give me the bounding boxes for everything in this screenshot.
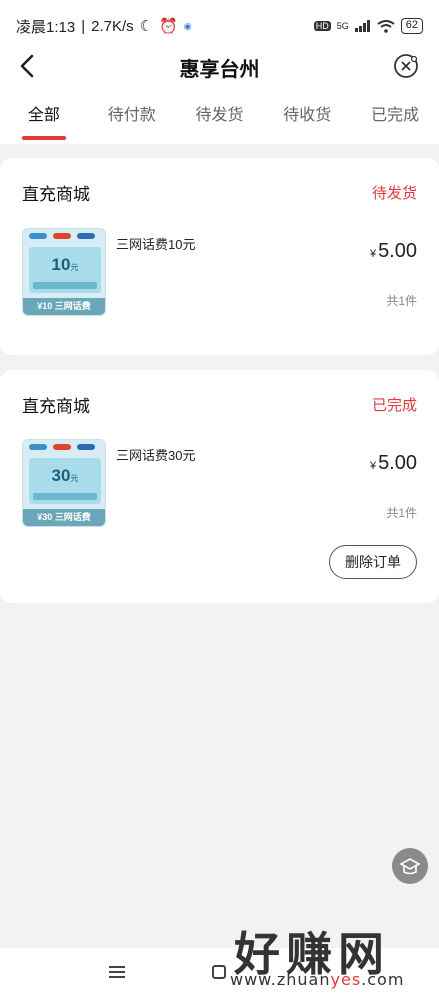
moon-icon: ☾	[139, 18, 154, 35]
watermark: 好赚网 www.zhuanyes.com	[226, 918, 426, 994]
delete-order-button[interactable]: 删除订单	[329, 545, 417, 579]
tab-pending-shipment[interactable]: 待发货	[176, 94, 264, 144]
tab-pending-receipt[interactable]: 待收货	[263, 94, 351, 144]
tab-pending-payment[interactable]: 待付款	[88, 94, 176, 144]
status-left: 凌晨1:13 | 2.7K/s ☾ ⏰ ◉	[16, 16, 192, 37]
shop-name: 直充商城	[22, 397, 90, 416]
product-name[interactable]: 三网话费30元	[116, 445, 195, 464]
tab-completed[interactable]: 已完成	[351, 94, 439, 144]
status-divider: |	[81, 17, 86, 35]
shop-name: 直充商城	[22, 185, 90, 204]
floating-assistant-button[interactable]	[392, 848, 428, 884]
product-name[interactable]: 三网话费10元	[116, 234, 195, 253]
product-thumbnail[interactable]: 30元 ¥30 三网话费	[22, 439, 106, 527]
order-status: 已完成	[371, 397, 417, 414]
product-quantity: 共1件	[386, 294, 417, 308]
order-tabs: 全部 待付款 待发货 待收货 已完成	[0, 94, 439, 144]
status-speed: 2.7K/s	[91, 17, 134, 35]
menu-icon[interactable]	[108, 964, 126, 980]
card-amount: 10元	[51, 255, 79, 274]
product-price: ¥5.00	[369, 240, 417, 262]
product-price: ¥5.00	[369, 452, 417, 474]
notification-icon: ◉	[183, 20, 192, 31]
home-icon[interactable]	[212, 965, 226, 979]
card-label: ¥10 三网话费	[23, 298, 105, 315]
nav-bar: 惠享台州	[0, 40, 439, 94]
carrier-logos	[29, 233, 101, 243]
page-title: 惠享台州	[179, 58, 260, 81]
signal-label: 5G	[336, 21, 349, 31]
order-card[interactable]: 直充商城 已完成 30元 ¥30 三网话费 三网话费30元 ¥5.00 共1件 …	[0, 370, 439, 603]
signal-icon	[354, 20, 370, 32]
recharge-card-face: 10元	[29, 247, 101, 293]
alarm-icon: ⏰	[159, 18, 178, 35]
recharge-card-face: 30元	[29, 458, 101, 504]
wifi-icon	[377, 19, 395, 33]
card-note-bar	[33, 282, 97, 289]
order-status: 待发货	[371, 185, 417, 202]
close-icon[interactable]	[393, 53, 419, 79]
card-label: ¥30 三网话费	[23, 509, 105, 526]
tab-all[interactable]: 全部	[0, 94, 88, 144]
product-thumbnail[interactable]: 10元 ¥10 三网话费	[22, 228, 106, 316]
status-time: 凌晨1:13	[16, 18, 76, 36]
graduation-cap-icon	[399, 858, 421, 875]
card-amount: 30元	[51, 466, 79, 485]
card-note-bar	[33, 493, 97, 500]
product-quantity: 共1件	[386, 506, 417, 520]
watermark-url: www.zhuanyes.com	[230, 970, 405, 989]
battery-icon: 62	[400, 18, 423, 34]
carrier-logos	[29, 444, 101, 454]
order-card[interactable]: 直充商城 待发货 10元 ¥10 三网话费 三网话费10元 ¥5.00 共1件	[0, 158, 439, 355]
back-icon[interactable]	[14, 52, 42, 80]
hd-icon: HD	[313, 21, 331, 31]
status-right: HD 5G 62	[313, 18, 423, 34]
